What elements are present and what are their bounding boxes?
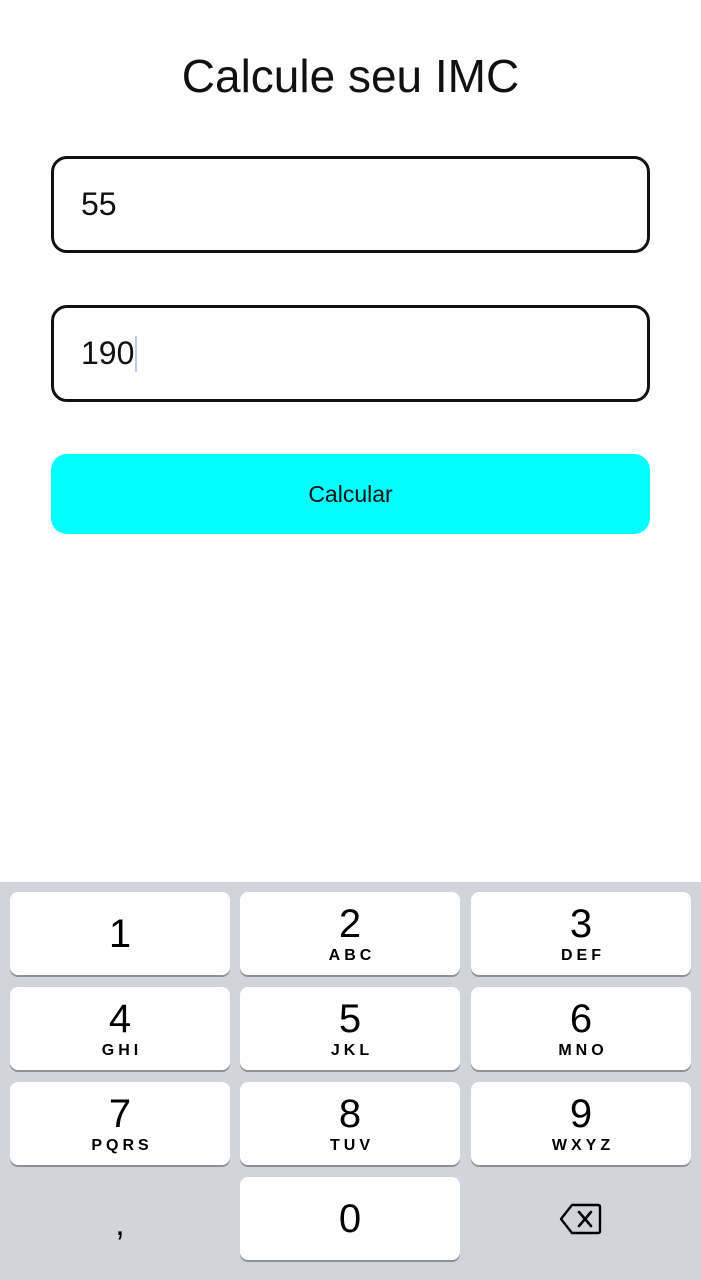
key-9[interactable]: 9 WXYZ bbox=[471, 1082, 691, 1165]
key-digit: 2 bbox=[338, 901, 362, 946]
key-digit: 3 bbox=[569, 901, 593, 946]
page-title: Calcule seu IMC bbox=[181, 50, 520, 102]
key-letters: PQRS bbox=[91, 1136, 153, 1154]
key-digit: 9 bbox=[569, 1091, 593, 1136]
key-digit: 1 bbox=[108, 911, 132, 956]
calculate-button-label: Calcular bbox=[308, 480, 393, 507]
key-5[interactable]: 5 JKL bbox=[240, 987, 460, 1070]
numeric-keyboard: 1 2 ABC 3 DEF 4 GHI 5 JKL 6 MNO 7 PQRS 8… bbox=[0, 882, 701, 1280]
key-letters: GHI bbox=[101, 1041, 143, 1059]
backspace-icon bbox=[559, 1203, 602, 1234]
key-digit: 8 bbox=[338, 1091, 362, 1136]
imc-calculator-screen: Calcule seu IMC 55 190 Calcular 1 2 ABC … bbox=[0, 0, 701, 1280]
key-letters: ABC bbox=[328, 946, 376, 964]
key-1[interactable]: 1 bbox=[10, 892, 230, 975]
key-delete[interactable] bbox=[471, 1177, 691, 1260]
comma-label: , bbox=[115, 1204, 125, 1243]
weight-input[interactable]: 55 bbox=[51, 156, 650, 253]
key-letters: MNO bbox=[558, 1041, 608, 1059]
key-digit: 0 bbox=[338, 1196, 362, 1241]
key-0[interactable]: 0 bbox=[240, 1177, 460, 1260]
key-letters: TUV bbox=[330, 1136, 374, 1154]
text-caret bbox=[135, 335, 138, 372]
key-3[interactable]: 3 DEF bbox=[471, 892, 691, 975]
key-digit: 4 bbox=[108, 996, 132, 1041]
key-letters: DEF bbox=[561, 946, 605, 964]
key-7[interactable]: 7 PQRS bbox=[10, 1082, 230, 1165]
key-6[interactable]: 6 MNO bbox=[471, 987, 691, 1070]
calculate-button[interactable]: Calcular bbox=[51, 454, 650, 534]
key-digit: 6 bbox=[569, 996, 593, 1041]
key-letters: WXYZ bbox=[551, 1136, 615, 1154]
height-input-value: 190 bbox=[81, 335, 135, 371]
key-4[interactable]: 4 GHI bbox=[10, 987, 230, 1070]
key-2[interactable]: 2 ABC bbox=[240, 892, 460, 975]
weight-input-value: 55 bbox=[81, 186, 117, 222]
height-input[interactable]: 190 bbox=[51, 305, 650, 402]
key-digit: 5 bbox=[338, 996, 362, 1041]
key-digit: 7 bbox=[108, 1091, 132, 1136]
key-comma[interactable]: , bbox=[10, 1177, 230, 1260]
key-letters: JKL bbox=[330, 1041, 374, 1059]
key-8[interactable]: 8 TUV bbox=[240, 1082, 460, 1165]
